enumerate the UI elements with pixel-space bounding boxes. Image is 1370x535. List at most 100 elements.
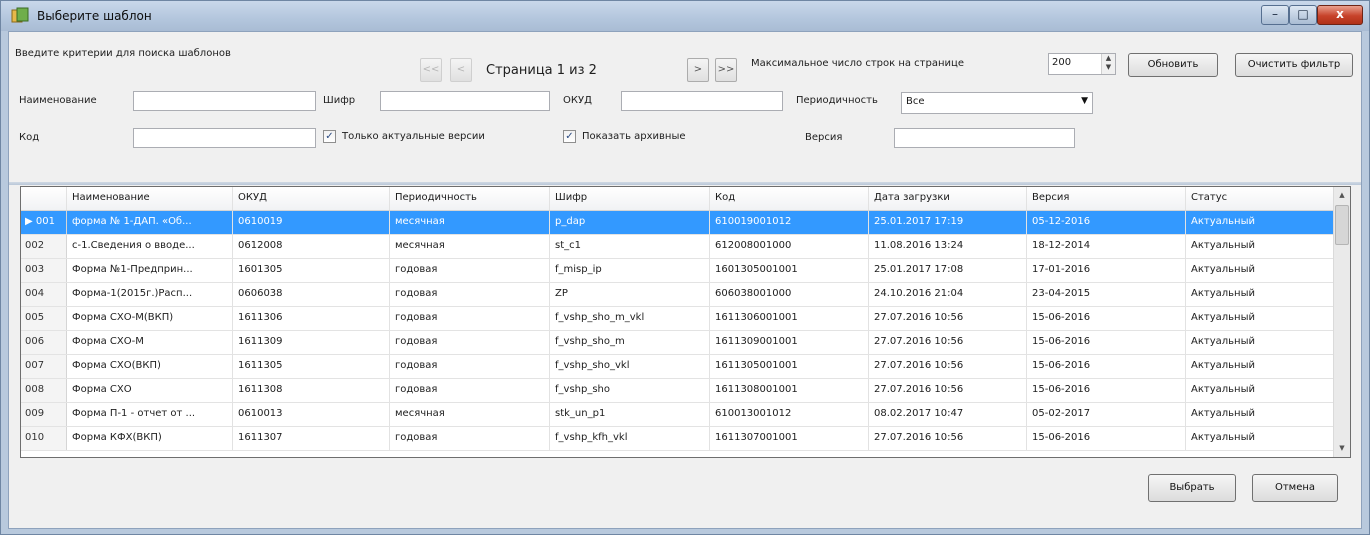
cell-code: 606038001000 [710,283,869,306]
max-rows-spinner[interactable]: 200 ▲ ▼ [1048,53,1116,75]
table-row[interactable]: 009 Форма П-1 - отчет от ... 0610013 месячн… [21,403,1334,427]
code-input[interactable] [133,128,316,148]
column-header-cipher[interactable]: Шифр [550,187,710,210]
select-button[interactable]: Выбрать [1148,474,1236,502]
row-number: 002 [21,235,67,258]
prev-page-button[interactable]: < [450,58,472,82]
cell-name: с-1.Сведения о вводе... [67,235,233,258]
periodicity-value: Все [906,96,925,107]
refresh-button[interactable]: Обновить [1128,53,1218,77]
name-input[interactable] [133,91,316,111]
cell-status: Актуальный [1186,283,1334,306]
row-number: 003 [21,259,67,282]
show-archive-label: Показать архивные [582,131,686,142]
minimize-button[interactable]: – [1261,5,1289,25]
cell-load-date: 11.08.2016 13:24 [869,235,1027,258]
cell-code: 610019001012 [710,211,869,234]
scroll-up-icon[interactable]: ▲ [1334,187,1350,204]
cell-load-date: 27.07.2016 10:56 [869,355,1027,378]
table-row[interactable]: 010 Форма КФХ(ВКП) 1611307 годовая f_vshp_kf… [21,427,1334,451]
title-bar[interactable]: Выберите шаблон – □ x [1,1,1369,31]
cell-name: Форма СХО-М [67,331,233,354]
cell-status: Актуальный [1186,331,1334,354]
templates-grid[interactable]: Наименование ОКУД Периодичность Шифр Код… [20,186,1351,458]
cell-okud: 1601305 [233,259,390,282]
cell-cipher: p_dap [550,211,710,234]
grid-header: Наименование ОКУД Периодичность Шифр Код… [21,187,1334,211]
column-header-periodicity[interactable]: Периодичность [390,187,550,210]
cell-okud: 1611309 [233,331,390,354]
checkmark-icon: ✓ [563,130,576,143]
grid-vertical-scrollbar[interactable]: ▲ ▼ [1333,187,1350,457]
close-button[interactable]: x [1317,5,1363,25]
cell-periodicity: годовая [390,427,550,450]
actual-only-checkbox[interactable]: ✓ Только актуальные версии [323,130,485,143]
last-page-button[interactable]: >> [715,58,737,82]
chevron-down-icon: ▼ [1081,96,1088,106]
row-number: 005 [21,307,67,330]
cell-okud: 0610013 [233,403,390,426]
column-header-version[interactable]: Версия [1027,187,1186,210]
cell-name: Форма СХО-М(ВКП) [67,307,233,330]
show-archive-checkbox[interactable]: ✓ Показать архивные [563,130,686,143]
clear-filter-button[interactable]: Очистить фильтр [1235,53,1353,77]
cell-name: Форма КФХ(ВКП) [67,427,233,450]
cell-code: 1601305001001 [710,259,869,282]
column-header-okud[interactable]: ОКУД [233,187,390,210]
table-row[interactable]: 002 с-1.Сведения о вводе... 0612008 месячна… [21,235,1334,259]
cipher-input[interactable] [380,91,550,111]
checkmark-icon: ✓ [323,130,336,143]
table-row[interactable]: 006 Форма СХО-М 1611309 годовая f_vshp_sho_m… [21,331,1334,355]
cell-periodicity: месячная [390,403,550,426]
cell-cipher: stk_un_p1 [550,403,710,426]
cell-name: Форма СХО(ВКП) [67,355,233,378]
cell-version: 15-06-2016 [1027,355,1186,378]
cell-okud: 1611305 [233,355,390,378]
cell-version: 15-06-2016 [1027,307,1186,330]
cell-periodicity: годовая [390,307,550,330]
next-page-button[interactable]: > [687,58,709,82]
cell-cipher: ZP [550,283,710,306]
cell-okud: 0612008 [233,235,390,258]
actual-only-label: Только актуальные версии [342,131,485,142]
cell-status: Актуальный [1186,307,1334,330]
cell-okud: 1611308 [233,379,390,402]
row-number: 010 [21,427,67,450]
cancel-button[interactable]: Отмена [1252,474,1338,502]
cell-version: 23-04-2015 [1027,283,1186,306]
cell-status: Актуальный [1186,355,1334,378]
table-row[interactable]: ▶ 001 форма № 1-ДАП. «Об... 0610019 месячна… [21,211,1334,235]
max-rows-label: Максимальное число строк на странице [751,58,964,69]
criteria-label: Введите критерии для поиска шаблонов [15,48,231,59]
row-number: ▶ 001 [21,211,67,234]
scroll-thumb[interactable] [1335,205,1349,245]
table-row[interactable]: 005 Форма СХО-М(ВКП) 1611306 годовая f_vshp_… [21,307,1334,331]
table-row[interactable]: 008 Форма СХО 1611308 годовая f_vshp_sho 1611… [21,379,1334,403]
column-header-load-date[interactable]: Дата загрузки [869,187,1027,210]
row-number: 008 [21,379,67,402]
okud-input[interactable] [621,91,783,111]
scroll-down-icon[interactable]: ▼ [1334,440,1350,457]
cipher-label: Шифр [323,95,356,106]
maximize-button[interactable]: □ [1289,5,1317,25]
cell-name: Форма-1(2015г.)Расп... [67,283,233,306]
cell-name: Форма СХО [67,379,233,402]
cell-periodicity: годовая [390,331,550,354]
cell-periodicity: месячная [390,211,550,234]
column-header-code[interactable]: Код [710,187,869,210]
splitter[interactable] [9,182,1361,185]
first-page-button[interactable]: << [420,58,442,82]
column-header-status[interactable]: Статус [1186,187,1334,210]
table-row[interactable]: 003 Форма №1-Предприн... 1601305 годовая f_m… [21,259,1334,283]
cell-version: 18-12-2014 [1027,235,1186,258]
cell-okud: 1611306 [233,307,390,330]
column-header-name[interactable]: Наименование [67,187,233,210]
cell-version: 05-02-2017 [1027,403,1186,426]
periodicity-select[interactable]: Все ▼ [901,92,1093,114]
cell-periodicity: годовая [390,379,550,402]
spinner-arrows-icon[interactable]: ▲ ▼ [1101,54,1115,74]
cell-status: Актуальный [1186,379,1334,402]
version-input[interactable] [894,128,1075,148]
table-row[interactable]: 007 Форма СХО(ВКП) 1611305 годовая f_vshp_sh… [21,355,1334,379]
table-row[interactable]: 004 Форма-1(2015г.)Расп... 0606038 годовая Z… [21,283,1334,307]
